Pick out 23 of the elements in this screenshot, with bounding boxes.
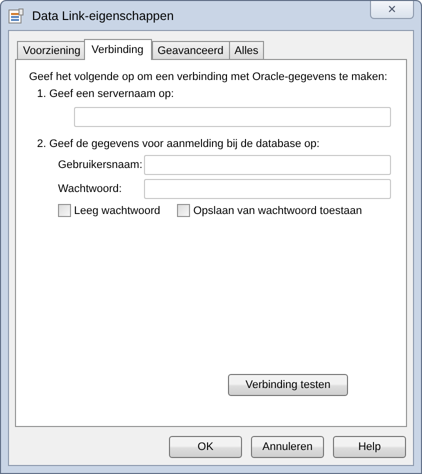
input-field[interactable] bbox=[144, 155, 391, 175]
test-connection-button[interactable]: Verbinding testen bbox=[228, 374, 348, 396]
step-label: 2. Geef de gegevens voor aanmelding bij de database op: bbox=[37, 137, 321, 152]
dialog-button[interactable]: Annuleren bbox=[251, 436, 324, 458]
tab[interactable]: Geavanceerd bbox=[152, 41, 230, 59]
instruction-text: Geef het volgende op om een verbinding met Oracle-gegevens te maken: bbox=[29, 70, 388, 85]
server-name-field[interactable] bbox=[74, 107, 391, 127]
tab[interactable]: Alles bbox=[228, 41, 264, 59]
dialog-button[interactable]: Help bbox=[333, 436, 406, 458]
window-title: Data Link-eigenschappen bbox=[32, 8, 174, 22]
dialog-button[interactable]: OK bbox=[169, 436, 242, 458]
field-label: Gebruikersnaam: bbox=[58, 159, 144, 171]
field-label: Wachtwoord: bbox=[58, 183, 123, 195]
step-label: 1. Geef een servernaam op: bbox=[37, 87, 175, 102]
close-button[interactable]: ✕ bbox=[370, 1, 414, 19]
checkbox-label: Opslaan van wachtwoord toestaan bbox=[193, 204, 362, 216]
tab[interactable]: Verbinding bbox=[84, 39, 152, 60]
tab[interactable]: Voorziening bbox=[17, 41, 86, 59]
checkbox[interactable] bbox=[177, 204, 190, 217]
input-field[interactable] bbox=[144, 179, 391, 199]
checkbox-label: Leeg wachtwoord bbox=[74, 204, 160, 216]
window-icon bbox=[8, 8, 24, 24]
checkbox[interactable] bbox=[58, 204, 71, 217]
